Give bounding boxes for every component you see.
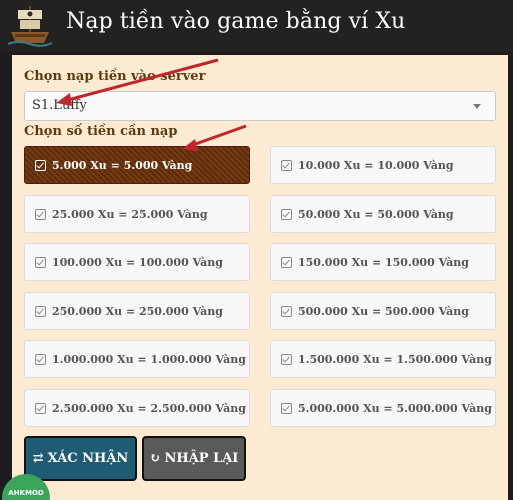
- server-select-value: S1.Luffy: [32, 98, 87, 113]
- checkbox-icon: [35, 159, 46, 171]
- amount-option[interactable]: 50.000 Xu = 50.000 Vàng: [270, 195, 496, 233]
- amount-option[interactable]: 5.000 Xu = 5.000 Vàng: [24, 146, 250, 184]
- checkbox-icon: [35, 256, 46, 268]
- amount-option-label: 10.000 Xu = 10.000 Vàng: [298, 158, 454, 172]
- amount-option[interactable]: 1.000.000 Xu = 1.000.000 Vàng: [24, 340, 250, 378]
- watermark-text: AHKMOD: [8, 489, 44, 497]
- amount-option[interactable]: 250.000 Xu = 250.000 Vàng: [24, 292, 250, 330]
- checkbox-icon: [35, 353, 46, 365]
- amount-option-label: 150.000 Xu = 150.000 Vàng: [298, 255, 469, 269]
- app-header: Nạp tiền vào game bằng ví Xu: [0, 0, 513, 52]
- amount-option-label: 25.000 Xu = 25.000 Vàng: [52, 207, 208, 221]
- checkbox-icon: [35, 402, 46, 414]
- amount-option-label: 250.000 Xu = 250.000 Vàng: [52, 304, 223, 318]
- amount-option[interactable]: 1.500.000 Xu = 1.500.000 Vàng: [270, 340, 496, 378]
- watermark-logo: AHKMOD: [2, 474, 50, 500]
- amount-option-label: 5.000.000 Xu = 5.000.000 Vàng: [298, 401, 492, 415]
- amount-option[interactable]: 5.000.000 Xu = 5.000.000 Vàng: [270, 389, 496, 427]
- confirm-button-label: XÁC NHẬN: [47, 451, 129, 466]
- amount-option-label: 50.000 Xu = 50.000 Vàng: [298, 207, 454, 221]
- page-title: Nạp tiền vào game bằng ví Xu: [66, 9, 406, 34]
- refresh-icon: ↻: [149, 451, 161, 466]
- exchange-icon: ⇄: [32, 451, 44, 466]
- amount-option-label: 1.000.000 Xu = 1.000.000 Vàng: [52, 352, 246, 366]
- pirate-ship-logo-icon: [6, 3, 54, 49]
- checkbox-icon: [35, 208, 46, 220]
- amount-option[interactable]: 25.000 Xu = 25.000 Vàng: [24, 195, 250, 233]
- checkbox-icon: [281, 256, 292, 268]
- amount-option[interactable]: 500.000 Xu = 500.000 Vàng: [270, 292, 496, 330]
- server-select[interactable]: S1.Luffy: [24, 91, 496, 121]
- checkbox-icon: [35, 305, 46, 317]
- checkbox-icon: [281, 402, 292, 414]
- amount-option[interactable]: 10.000 Xu = 10.000 Vàng: [270, 146, 496, 184]
- server-label: Chọn nạp tiền vào server: [24, 69, 206, 84]
- amount-option-label: 100.000 Xu = 100.000 Vàng: [52, 255, 223, 269]
- chevron-down-icon: [473, 104, 481, 109]
- amount-option[interactable]: 100.000 Xu = 100.000 Vàng: [24, 243, 250, 281]
- amount-option-label: 2.500.000 Xu = 2.500.000 Vàng: [52, 401, 246, 415]
- checkbox-icon: [281, 353, 292, 365]
- checkbox-icon: [281, 159, 292, 171]
- amount-option[interactable]: 150.000 Xu = 150.000 Vàng: [270, 243, 496, 281]
- checkbox-icon: [281, 208, 292, 220]
- reset-button[interactable]: ↻ NHẬP LẠI: [142, 436, 246, 481]
- amount-option-label: 5.000 Xu = 5.000 Vàng: [52, 158, 193, 172]
- amount-option[interactable]: 2.500.000 Xu = 2.500.000 Vàng: [24, 389, 250, 427]
- checkbox-icon: [281, 305, 292, 317]
- reset-button-label: NHẬP LẠI: [164, 451, 239, 466]
- amount-option-label: 1.500.000 Xu = 1.500.000 Vàng: [298, 352, 492, 366]
- amount-label: Chọn số tiền cần nạp: [24, 124, 178, 139]
- amount-option-label: 500.000 Xu = 500.000 Vàng: [298, 304, 469, 318]
